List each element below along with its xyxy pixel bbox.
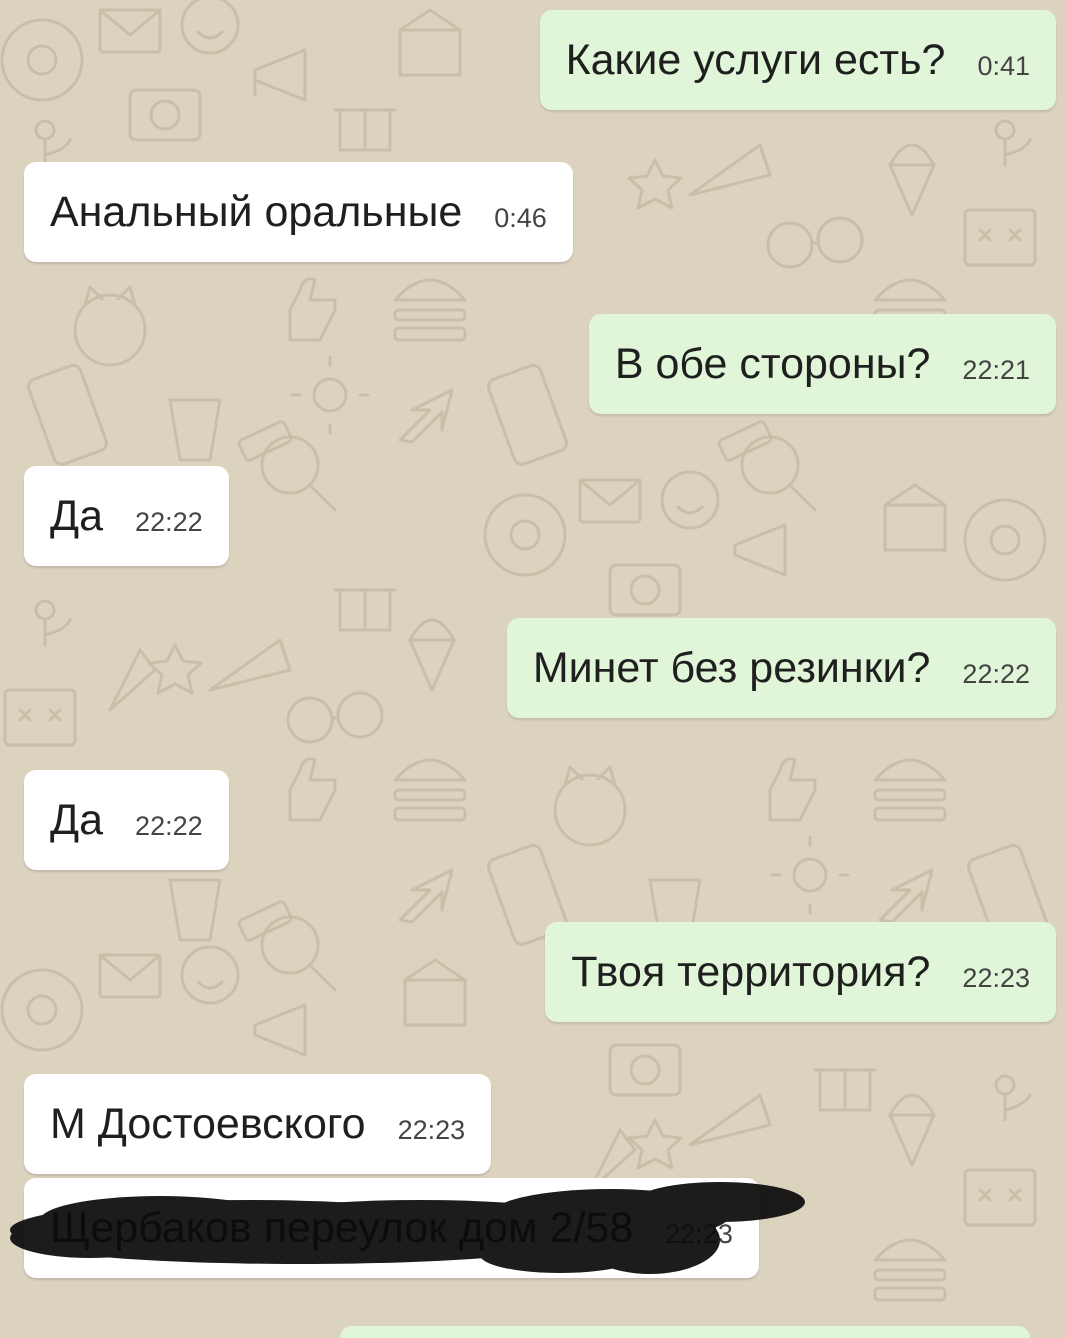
message-time: 0:46	[494, 202, 547, 233]
message-time: 22:22	[135, 810, 203, 841]
message-outgoing[interactable]: В обе стороны? 22:21	[588, 314, 1056, 414]
message-incoming-redacted[interactable]: Щербаков переулок дом 2/58 22:23	[24, 1178, 759, 1278]
message-text: Да	[50, 795, 104, 844]
message-time: 22:22	[962, 658, 1030, 689]
message-time: 22:21	[962, 354, 1030, 385]
message-text: М Достоевского	[50, 1099, 366, 1148]
message-time: 22:22	[135, 506, 203, 537]
message-outgoing[interactable]: Твоя территория? 22:23	[545, 922, 1056, 1022]
message-time: 22:23	[665, 1218, 733, 1249]
message-incoming[interactable]: Анальный оральные 0:46	[24, 162, 573, 262]
message-outgoing[interactable]: Какие услуги есть? 0:41	[539, 10, 1056, 110]
message-text: Твоя территория?	[571, 947, 931, 996]
message-text: Щербаков переулок дом 2/58	[50, 1203, 634, 1252]
next-message-edge	[340, 1326, 1030, 1338]
message-text: Какие услуги есть?	[565, 35, 946, 84]
message-list[interactable]: Какие услуги есть? 0:41 Анальный оральны…	[0, 0, 1066, 1338]
message-time: 22:23	[962, 962, 1030, 993]
message-text: В обе стороны?	[614, 339, 931, 388]
message-time: 22:23	[397, 1114, 466, 1145]
message-text: Анальный оральные	[50, 187, 463, 236]
message-time: 0:41	[977, 50, 1030, 81]
message-outgoing[interactable]: Минет без резинки? 22:22	[506, 618, 1056, 718]
message-text: Да	[50, 491, 104, 540]
message-incoming[interactable]: Да 22:22	[24, 466, 229, 566]
message-text: Минет без резинки?	[532, 643, 931, 692]
message-incoming[interactable]: М Достоевского 22:23	[24, 1074, 492, 1174]
message-incoming[interactable]: Да 22:22	[24, 770, 229, 870]
